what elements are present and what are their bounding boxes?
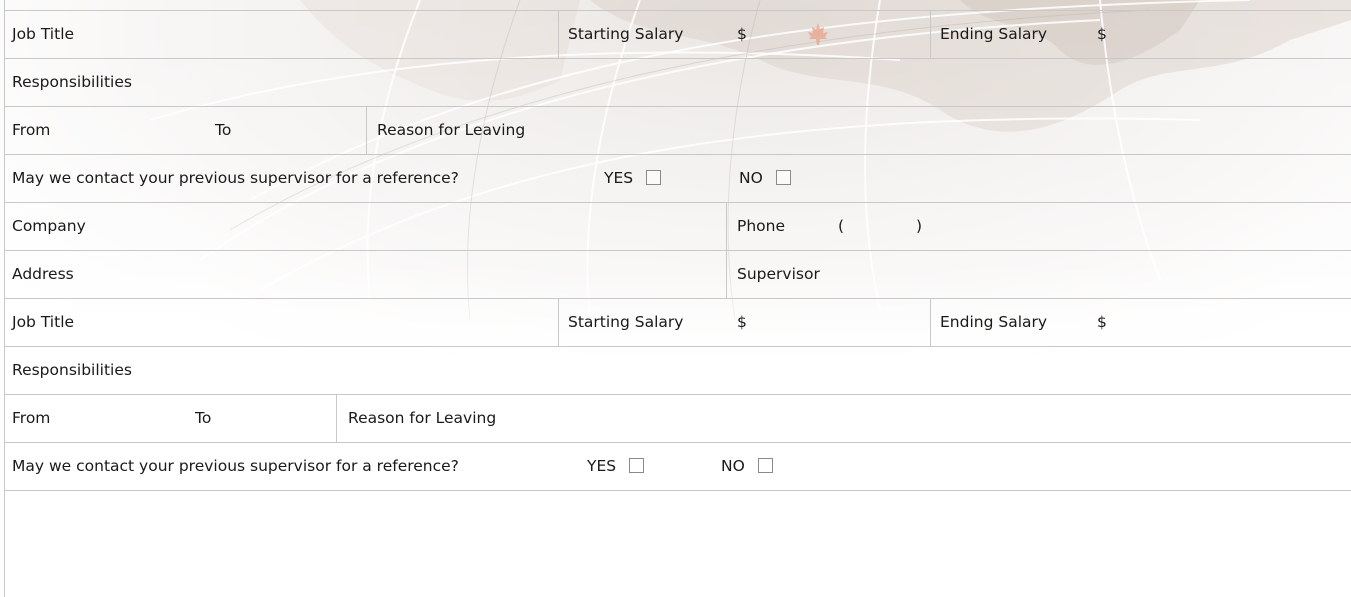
form-left-border <box>4 0 5 597</box>
address-label: Address <box>12 265 74 283</box>
column-divider <box>366 107 367 154</box>
reason-for-leaving-label: Reason for Leaving <box>377 121 526 139</box>
to-label: To <box>215 121 232 139</box>
starting-salary-label: Starting Salary <box>568 25 684 43</box>
phone-area-close: ) <box>916 217 923 235</box>
yes-checkbox[interactable] <box>629 458 645 473</box>
yes-label: YES <box>587 457 617 475</box>
column-divider <box>558 11 559 58</box>
address-row: Address Supervisor <box>4 250 1351 298</box>
yes-label: YES <box>604 169 634 187</box>
to-label: To <box>195 409 212 427</box>
contact-question: May we contact your previous supervisor … <box>12 457 459 475</box>
phone-label: Phone <box>737 217 786 235</box>
company-row: Company Phone ( ) <box>4 202 1351 250</box>
from-label: From <box>12 121 51 139</box>
from-label: From <box>12 409 51 427</box>
job-title-label: Job Title <box>12 25 75 43</box>
phone-area-open: ( <box>838 217 845 235</box>
job-title-label: Job Title <box>12 313 75 331</box>
column-divider <box>930 11 931 58</box>
no-checkbox[interactable] <box>757 458 773 473</box>
job-title-row: Job Title Starting Salary $ Ending Salar… <box>4 10 1351 58</box>
contact-reference-row: May we contact your previous supervisor … <box>4 154 1351 202</box>
starting-salary-currency: $ <box>737 25 747 43</box>
next-entry-row <box>4 490 1351 597</box>
dates-row: From To Reason for Leaving <box>4 394 1351 442</box>
yes-option: YES <box>604 155 662 202</box>
ending-salary-currency: $ <box>1097 25 1107 43</box>
column-divider <box>558 299 559 346</box>
reason-for-leaving-label: Reason for Leaving <box>348 409 497 427</box>
dates-row: From To Reason for Leaving <box>4 106 1351 154</box>
contact-reference-row: May we contact your previous supervisor … <box>4 442 1351 490</box>
starting-salary-label: Starting Salary <box>568 313 684 331</box>
no-checkbox[interactable] <box>775 170 791 185</box>
supervisor-label: Supervisor <box>737 265 820 283</box>
no-option: NO <box>721 443 773 490</box>
yes-option: YES <box>587 443 645 490</box>
no-label: NO <box>739 169 763 187</box>
responsibilities-label: Responsibilities <box>12 361 132 379</box>
column-divider <box>930 299 931 346</box>
starting-salary-currency: $ <box>737 313 747 331</box>
column-divider <box>336 395 337 442</box>
column-divider <box>726 251 727 298</box>
employment-history-form: Job Title Starting Salary $ Ending Salar… <box>0 0 1351 597</box>
responsibilities-row: Responsibilities <box>4 346 1351 394</box>
responsibilities-label: Responsibilities <box>12 73 132 91</box>
ending-salary-label: Ending Salary <box>940 25 1048 43</box>
no-label: NO <box>721 457 745 475</box>
job-title-row: Job Title Starting Salary $ Ending Salar… <box>4 298 1351 346</box>
ending-salary-label: Ending Salary <box>940 313 1048 331</box>
yes-checkbox[interactable] <box>646 170 662 185</box>
contact-question: May we contact your previous supervisor … <box>12 169 459 187</box>
responsibilities-row: Responsibilities <box>4 58 1351 106</box>
ending-salary-currency: $ <box>1097 313 1107 331</box>
column-divider <box>726 203 727 250</box>
company-label: Company <box>12 217 86 235</box>
no-option: NO <box>739 155 791 202</box>
